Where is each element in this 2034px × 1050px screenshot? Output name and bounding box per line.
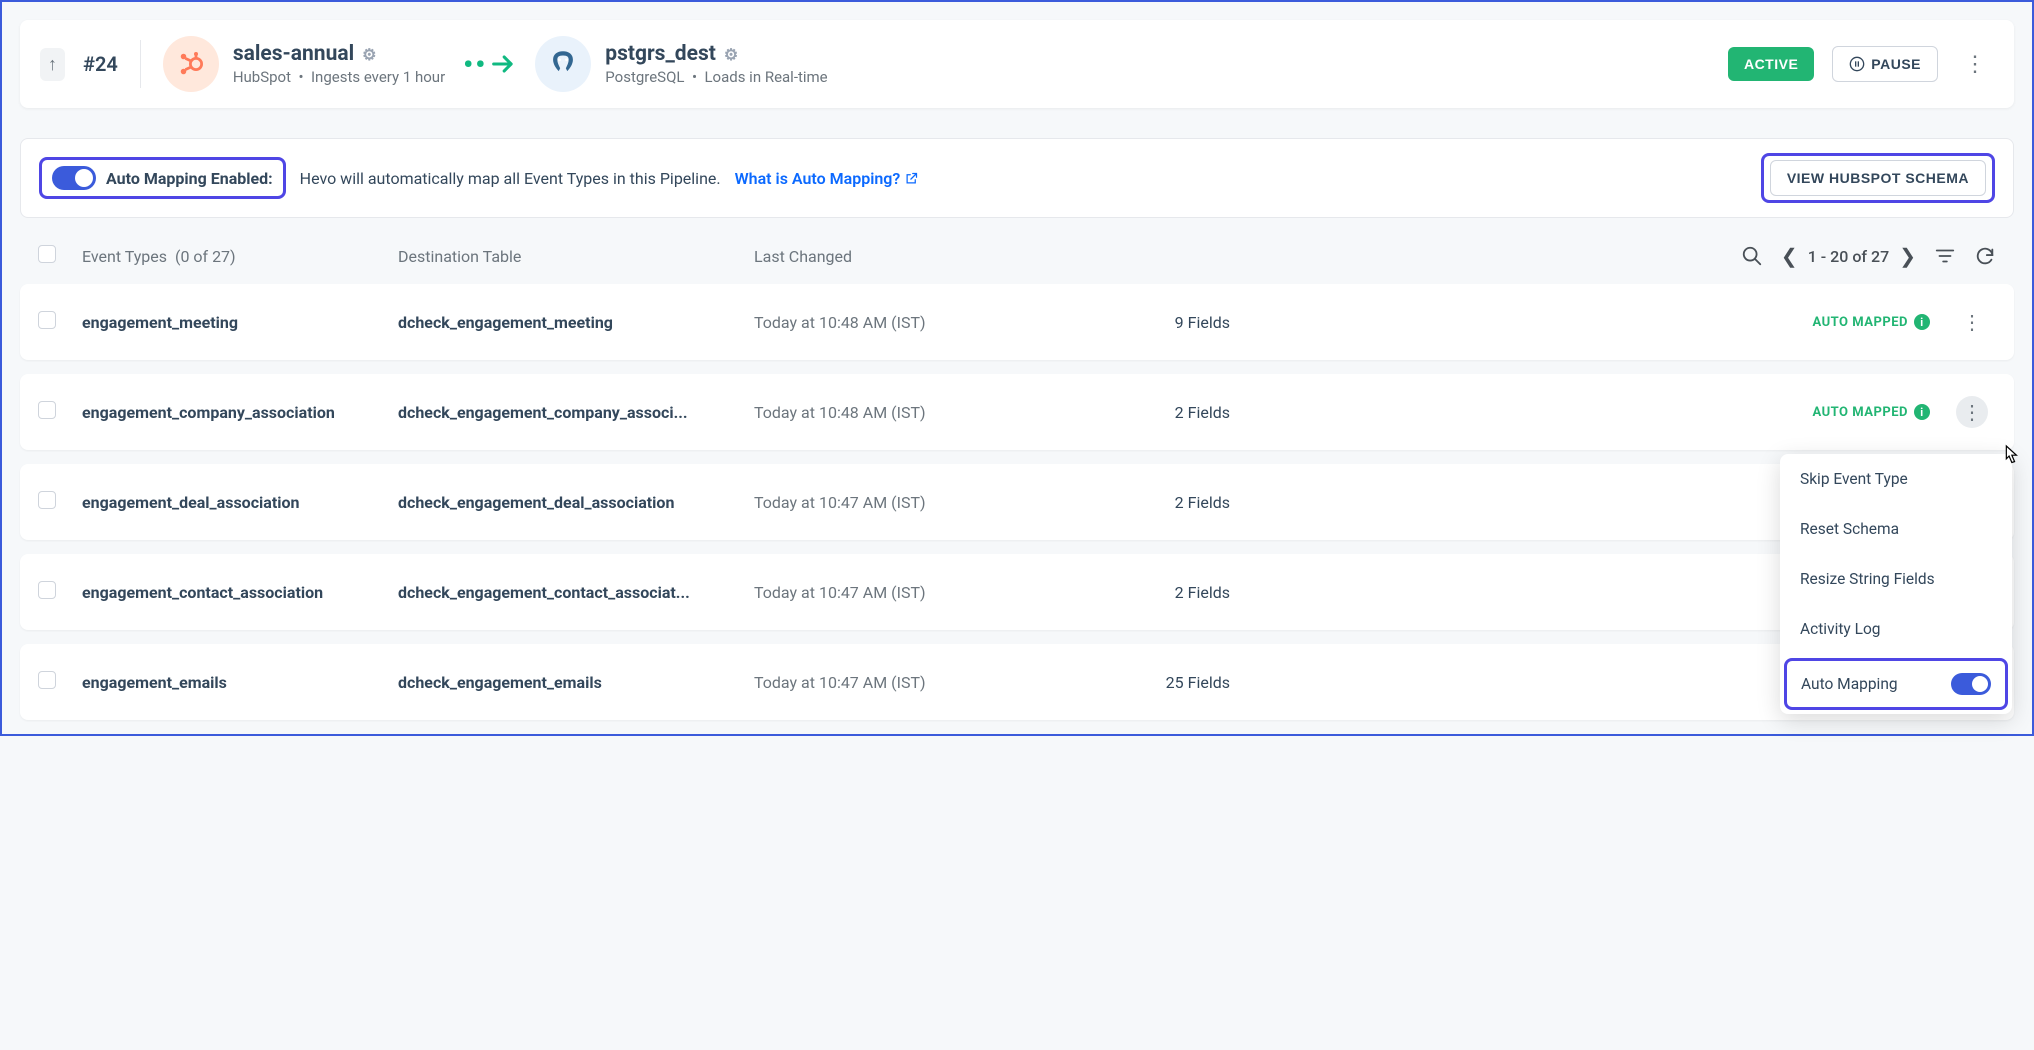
gear-icon[interactable]: ⚙ bbox=[362, 45, 376, 64]
menu-resize-string-fields[interactable]: Resize String Fields bbox=[1780, 554, 2012, 604]
row-actions-popup: Skip Event Type Reset Schema Resize Stri… bbox=[1780, 454, 2012, 714]
table-header-row: Event Types (0 of 27) Destination Table … bbox=[20, 218, 2014, 284]
row-more-menu[interactable]: ⋮ bbox=[1956, 396, 1988, 428]
destination-table-name: dcheck_engagement_meeting bbox=[398, 313, 738, 332]
field-count: 2 Fields bbox=[1130, 493, 1230, 512]
source-endpoint: sales-annual ⚙ HubSpot • Ingests every 1… bbox=[163, 36, 445, 92]
auto-mapping-toggle-highlight: Auto Mapping Enabled: bbox=[39, 157, 286, 199]
divider bbox=[140, 40, 141, 88]
search-icon[interactable] bbox=[1741, 245, 1763, 267]
column-header-destination: Destination Table bbox=[398, 247, 738, 266]
source-subtitle: HubSpot • Ingests every 1 hour bbox=[233, 68, 445, 86]
row-checkbox[interactable] bbox=[38, 491, 56, 509]
status-badge: AUTO MAPPEDi bbox=[1246, 314, 1940, 330]
last-changed-value: Today at 10:47 AM (IST) bbox=[754, 493, 1114, 512]
row-more-menu[interactable]: ⋮ bbox=[1956, 306, 1988, 338]
gear-icon[interactable]: ⚙ bbox=[724, 45, 738, 64]
table-row[interactable]: engagement_meeting dcheck_engagement_mee… bbox=[20, 284, 2014, 360]
event-type-name: engagement_meeting bbox=[82, 313, 382, 332]
collapse-up-button[interactable]: ↑ bbox=[40, 48, 65, 81]
row-checkbox[interactable] bbox=[38, 401, 56, 419]
row-checkbox[interactable] bbox=[38, 311, 56, 329]
pause-button[interactable]: PAUSE bbox=[1832, 46, 1938, 82]
external-link-icon bbox=[904, 171, 919, 186]
menu-auto-mapping-toggle[interactable] bbox=[1951, 673, 1991, 695]
table-row[interactable]: engagement_deal_association dcheck_engag… bbox=[20, 464, 2014, 540]
page-prev-button[interactable]: ❮ bbox=[1781, 244, 1798, 268]
destination-table-name: dcheck_engagement_deal_association bbox=[398, 493, 738, 512]
status-active-badge[interactable]: ACTIVE bbox=[1728, 47, 1814, 81]
field-count: 2 Fields bbox=[1130, 583, 1230, 602]
event-types-list: engagement_meeting dcheck_engagement_mee… bbox=[20, 284, 2014, 720]
auto-mapping-toggle[interactable] bbox=[52, 166, 96, 190]
select-all-checkbox[interactable] bbox=[38, 245, 56, 263]
source-name: sales-annual bbox=[233, 42, 354, 66]
cursor-pointer-icon bbox=[1999, 444, 2021, 470]
auto-mapping-label: Auto Mapping Enabled: bbox=[106, 169, 273, 188]
event-types-count: (0 of 27) bbox=[175, 247, 236, 266]
refresh-icon[interactable] bbox=[1974, 245, 1996, 267]
table-row[interactable]: engagement_contact_association dcheck_en… bbox=[20, 554, 2014, 630]
event-type-name: engagement_emails bbox=[82, 673, 382, 692]
destination-table-name: dcheck_engagement_emails bbox=[398, 673, 738, 692]
menu-reset-schema[interactable]: Reset Schema bbox=[1780, 504, 2012, 554]
last-changed-value: Today at 10:48 AM (IST) bbox=[754, 403, 1114, 422]
auto-mapping-help-link[interactable]: What is Auto Mapping? bbox=[735, 169, 920, 188]
menu-activity-log[interactable]: Activity Log bbox=[1780, 604, 2012, 654]
event-type-name: engagement_deal_association bbox=[82, 493, 382, 512]
pipeline-header-card: ↑ #24 sales-annual ⚙ HubSpot • Ingests e… bbox=[20, 20, 2014, 108]
info-icon[interactable]: i bbox=[1914, 404, 1930, 420]
last-changed-value: Today at 10:47 AM (IST) bbox=[754, 673, 1114, 692]
table-row[interactable]: engagement_company_association dcheck_en… bbox=[20, 374, 2014, 450]
table-row[interactable]: engagement_emails dcheck_engagement_emai… bbox=[20, 644, 2014, 720]
menu-auto-mapping-label: Auto Mapping bbox=[1801, 675, 1898, 693]
last-changed-value: Today at 10:48 AM (IST) bbox=[754, 313, 1114, 332]
event-type-name: engagement_company_association bbox=[82, 403, 382, 422]
status-badge: AUTO MAPPEDi bbox=[1246, 404, 1940, 420]
menu-skip-event-type[interactable]: Skip Event Type bbox=[1780, 454, 2012, 504]
filter-icon[interactable] bbox=[1934, 245, 1956, 267]
postgresql-icon bbox=[535, 36, 591, 92]
menu-auto-mapping-highlight[interactable]: Auto Mapping bbox=[1784, 658, 2008, 710]
view-hubspot-schema-button[interactable]: VIEW HUBSPOT SCHEMA bbox=[1770, 160, 1986, 196]
hubspot-icon bbox=[163, 36, 219, 92]
destination-table-name: dcheck_engagement_company_associ... bbox=[398, 403, 738, 422]
destination-subtitle: PostgreSQL • Loads in Real-time bbox=[605, 68, 827, 86]
field-count: 9 Fields bbox=[1130, 313, 1230, 332]
destination-endpoint: pstgrs_dest ⚙ PostgreSQL • Loads in Real… bbox=[535, 36, 827, 92]
pause-icon bbox=[1849, 56, 1865, 72]
page-next-button[interactable]: ❯ bbox=[1899, 244, 1916, 268]
info-icon[interactable]: i bbox=[1914, 314, 1930, 330]
destination-table-name: dcheck_engagement_contact_associat... bbox=[398, 583, 738, 602]
pagination: ❮ 1 - 20 of 27 ❯ bbox=[1781, 244, 1916, 268]
field-count: 2 Fields bbox=[1130, 403, 1230, 422]
destination-name: pstgrs_dest bbox=[605, 42, 716, 66]
last-changed-value: Today at 10:47 AM (IST) bbox=[754, 583, 1114, 602]
flow-arrow-icon: •• bbox=[463, 48, 517, 81]
pipeline-id: #24 bbox=[83, 52, 118, 76]
column-header-last-changed: Last Changed bbox=[754, 247, 1114, 266]
header-more-menu[interactable]: ⋮ bbox=[1956, 52, 1994, 77]
row-checkbox[interactable] bbox=[38, 581, 56, 599]
auto-mapping-description: Hevo will automatically map all Event Ty… bbox=[300, 169, 721, 188]
auto-mapping-banner: Auto Mapping Enabled: Hevo will automati… bbox=[20, 138, 2014, 218]
page-range: 1 - 20 of 27 bbox=[1808, 247, 1890, 266]
event-type-name: engagement_contact_association bbox=[82, 583, 382, 602]
field-count: 25 Fields bbox=[1130, 673, 1230, 692]
column-header-event-types: Event Types bbox=[82, 247, 167, 266]
view-schema-highlight: VIEW HUBSPOT SCHEMA bbox=[1761, 153, 1995, 203]
row-checkbox[interactable] bbox=[38, 671, 56, 689]
